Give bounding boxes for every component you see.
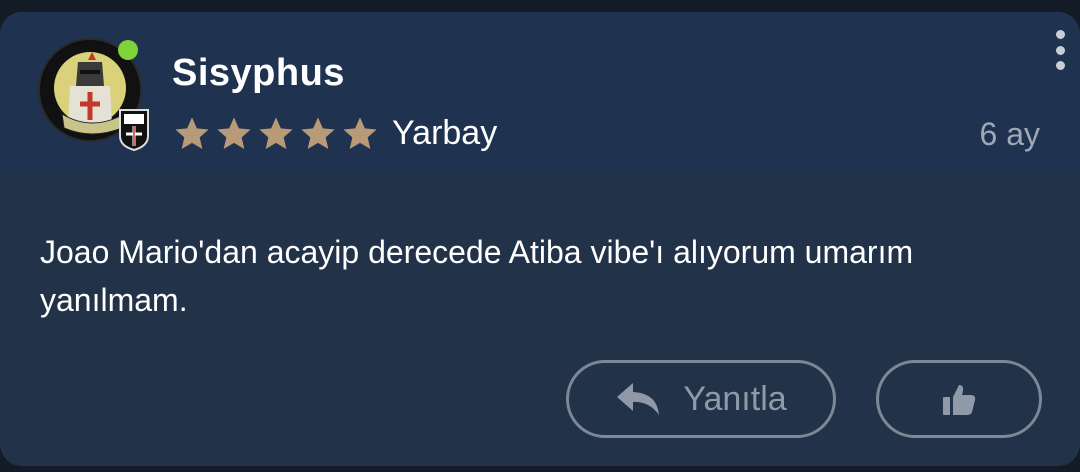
reply-arrow-icon bbox=[615, 379, 661, 419]
user-rank: Yarbay bbox=[392, 114, 498, 152]
comment-card: Sisyphus Yarbay 6 ay Joao Mario'dan acay… bbox=[0, 12, 1080, 466]
star-icon bbox=[217, 117, 251, 149]
star-icon bbox=[175, 117, 209, 149]
comment-timestamp: 6 ay bbox=[979, 116, 1040, 152]
thumbs-up-icon bbox=[941, 381, 977, 417]
user-avatar-container[interactable] bbox=[38, 38, 149, 152]
reply-button[interactable]: Yanıtla bbox=[566, 360, 836, 438]
more-vertical-icon[interactable] bbox=[1052, 30, 1068, 70]
star-icon bbox=[259, 117, 293, 149]
like-button[interactable] bbox=[876, 360, 1042, 438]
star-icon bbox=[343, 117, 377, 149]
online-status-indicator bbox=[118, 40, 138, 60]
reply-button-label: Yanıtla bbox=[683, 379, 787, 418]
rank-stars bbox=[172, 114, 380, 154]
star-icon bbox=[301, 117, 335, 149]
username[interactable]: Sisyphus bbox=[172, 52, 345, 95]
besiktas-crest-icon bbox=[119, 109, 149, 152]
comment-body: Joao Mario'dan acayip derecede Atiba vib… bbox=[0, 172, 1080, 466]
comment-text: Joao Mario'dan acayip derecede Atiba vib… bbox=[40, 234, 914, 318]
comment-header: Sisyphus Yarbay 6 ay bbox=[0, 12, 1080, 172]
